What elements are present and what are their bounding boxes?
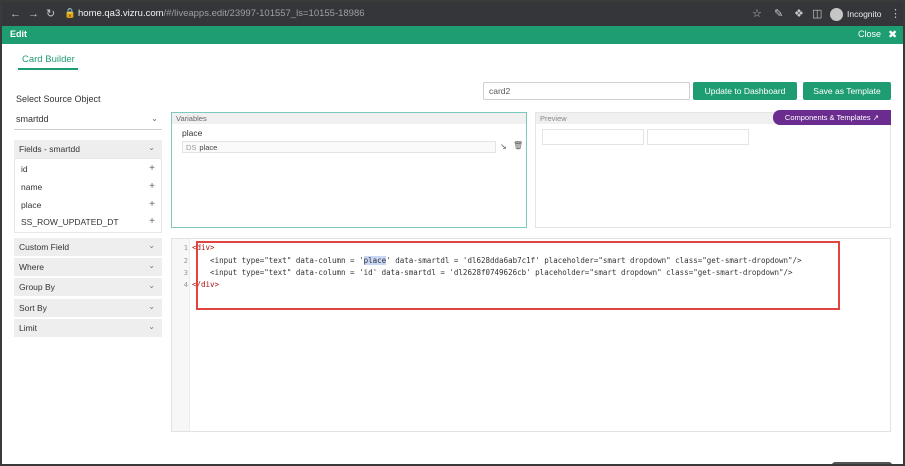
section-title: Limit <box>19 323 37 333</box>
extension-pen-icon[interactable]: ✎ <box>774 7 783 21</box>
chevron-down-icon: ⌄ <box>148 322 155 331</box>
line-number: 2 <box>183 257 188 265</box>
components-templates-button[interactable]: Components & Templates ↗ <box>773 110 891 125</box>
app-header: Edit Close ✖ <box>2 26 903 44</box>
field-label: place <box>21 200 42 210</box>
chevron-down-icon: ⌄ <box>148 143 155 152</box>
line-gutter: 1 2 3 4 <box>172 239 190 431</box>
sidepanel-icon[interactable]: ◫ <box>812 7 822 21</box>
group-by-section[interactable]: Group By ⌄ <box>14 278 162 296</box>
screen-frame: ← → ↻ 🔒 home.qa3.vizru.com/#/liveapps.edi… <box>0 0 905 466</box>
line-number: 1 <box>183 244 188 252</box>
variable-input-value: place <box>199 143 218 152</box>
browser-toolbar: ← → ↻ 🔒 home.qa3.vizru.com/#/liveapps.edi… <box>2 2 903 26</box>
variable-type-tag: DS <box>186 143 197 152</box>
fields-panel-header[interactable]: Fields - smartdd ⌄ <box>14 140 162 158</box>
field-item[interactable]: id + <box>21 163 159 174</box>
variable-name: place <box>182 128 203 138</box>
section-title: Group By <box>19 282 55 292</box>
section-title: Where <box>19 262 45 272</box>
save-template-button[interactable]: Save as Template <box>803 82 891 100</box>
where-section[interactable]: Where ⌄ <box>14 258 162 276</box>
field-label: id <box>21 164 28 174</box>
add-field-icon[interactable]: + <box>149 199 155 210</box>
preview-dropdown-2[interactable] <box>647 129 749 145</box>
back-icon[interactable]: ← <box>10 7 21 21</box>
chevron-down-icon: ⌄ <box>148 241 155 250</box>
incognito-label: Incognito <box>847 9 882 19</box>
chevron-down-icon: ⌄ <box>151 114 158 123</box>
custom-field-section[interactable]: Custom Field ⌄ <box>14 238 162 256</box>
address-bar[interactable]: 🔒 home.qa3.vizru.com/#/liveapps.edit/2399… <box>64 5 744 23</box>
browser-menu-icon[interactable]: ⋮ <box>890 7 901 21</box>
puzzle-icon[interactable]: ❖ <box>794 7 804 21</box>
field-list: id + name + place + SS_ROW_UPDATED_DT + <box>14 158 162 233</box>
forward-icon[interactable]: → <box>28 7 39 21</box>
page-title: Edit <box>10 29 27 39</box>
active-tab-indicator <box>18 68 78 70</box>
field-item[interactable]: place + <box>21 199 159 210</box>
annotation-highlight-box <box>196 241 840 310</box>
source-object-value: smartdd <box>16 114 49 124</box>
url-path: /#/liveapps.edit/23997-101557_ls=10155-1… <box>163 8 365 19</box>
tab-card-builder[interactable]: Card Builder <box>22 54 75 65</box>
line-number: 3 <box>183 269 188 277</box>
variables-panel: Variables place DS place ↘ 🗑 <box>171 112 527 228</box>
field-label: SS_ROW_UPDATED_DT <box>21 217 119 227</box>
close-icon[interactable]: ✖ <box>888 28 897 41</box>
star-icon[interactable]: ☆ <box>752 7 762 21</box>
reload-icon[interactable]: ↻ <box>46 7 55 21</box>
add-field-icon[interactable]: + <box>149 163 155 174</box>
components-templates-label: Components & Templates <box>784 113 871 122</box>
variables-header: Variables <box>172 113 526 124</box>
insert-arrow-icon[interactable]: ↘ <box>500 142 507 151</box>
source-object-label: Select Source Object <box>16 94 101 104</box>
variable-input[interactable]: DS place <box>182 141 496 153</box>
trash-icon[interactable]: 🗑 <box>513 141 523 150</box>
add-field-icon[interactable]: + <box>149 216 155 227</box>
source-object-select[interactable]: smartdd ⌄ <box>14 112 162 130</box>
external-link-icon: ↗ <box>872 113 880 122</box>
add-field-icon[interactable]: + <box>149 181 155 192</box>
preview-dropdown-1[interactable] <box>542 129 644 145</box>
preview-panel: Preview <box>535 112 891 228</box>
lock-icon: 🔒 <box>64 8 76 19</box>
chevron-down-icon: ⌄ <box>148 281 155 290</box>
sort-by-section[interactable]: Sort By ⌄ <box>14 299 162 317</box>
field-label: name <box>21 182 43 192</box>
field-item[interactable]: SS_ROW_UPDATED_DT + <box>21 216 159 227</box>
close-link[interactable]: Close <box>858 29 881 39</box>
field-item[interactable]: name + <box>21 181 159 192</box>
chevron-down-icon: ⌄ <box>148 302 155 311</box>
card-name-input[interactable] <box>483 82 690 100</box>
incognito-indicator[interactable]: Incognito <box>830 6 882 22</box>
chevron-down-icon: ⌄ <box>148 261 155 270</box>
incognito-icon <box>830 8 843 22</box>
section-title: Sort By <box>19 303 47 313</box>
update-dashboard-button[interactable]: Update to Dashboard <box>693 82 797 100</box>
limit-section[interactable]: Limit ⌄ <box>14 319 162 337</box>
bottom-tab-handle <box>832 462 892 464</box>
line-number: 4 <box>183 281 188 289</box>
section-title: Custom Field <box>19 242 70 252</box>
fields-panel-title: Fields - smartdd <box>19 144 80 154</box>
url-host: home.qa3.vizru.com <box>78 8 164 19</box>
